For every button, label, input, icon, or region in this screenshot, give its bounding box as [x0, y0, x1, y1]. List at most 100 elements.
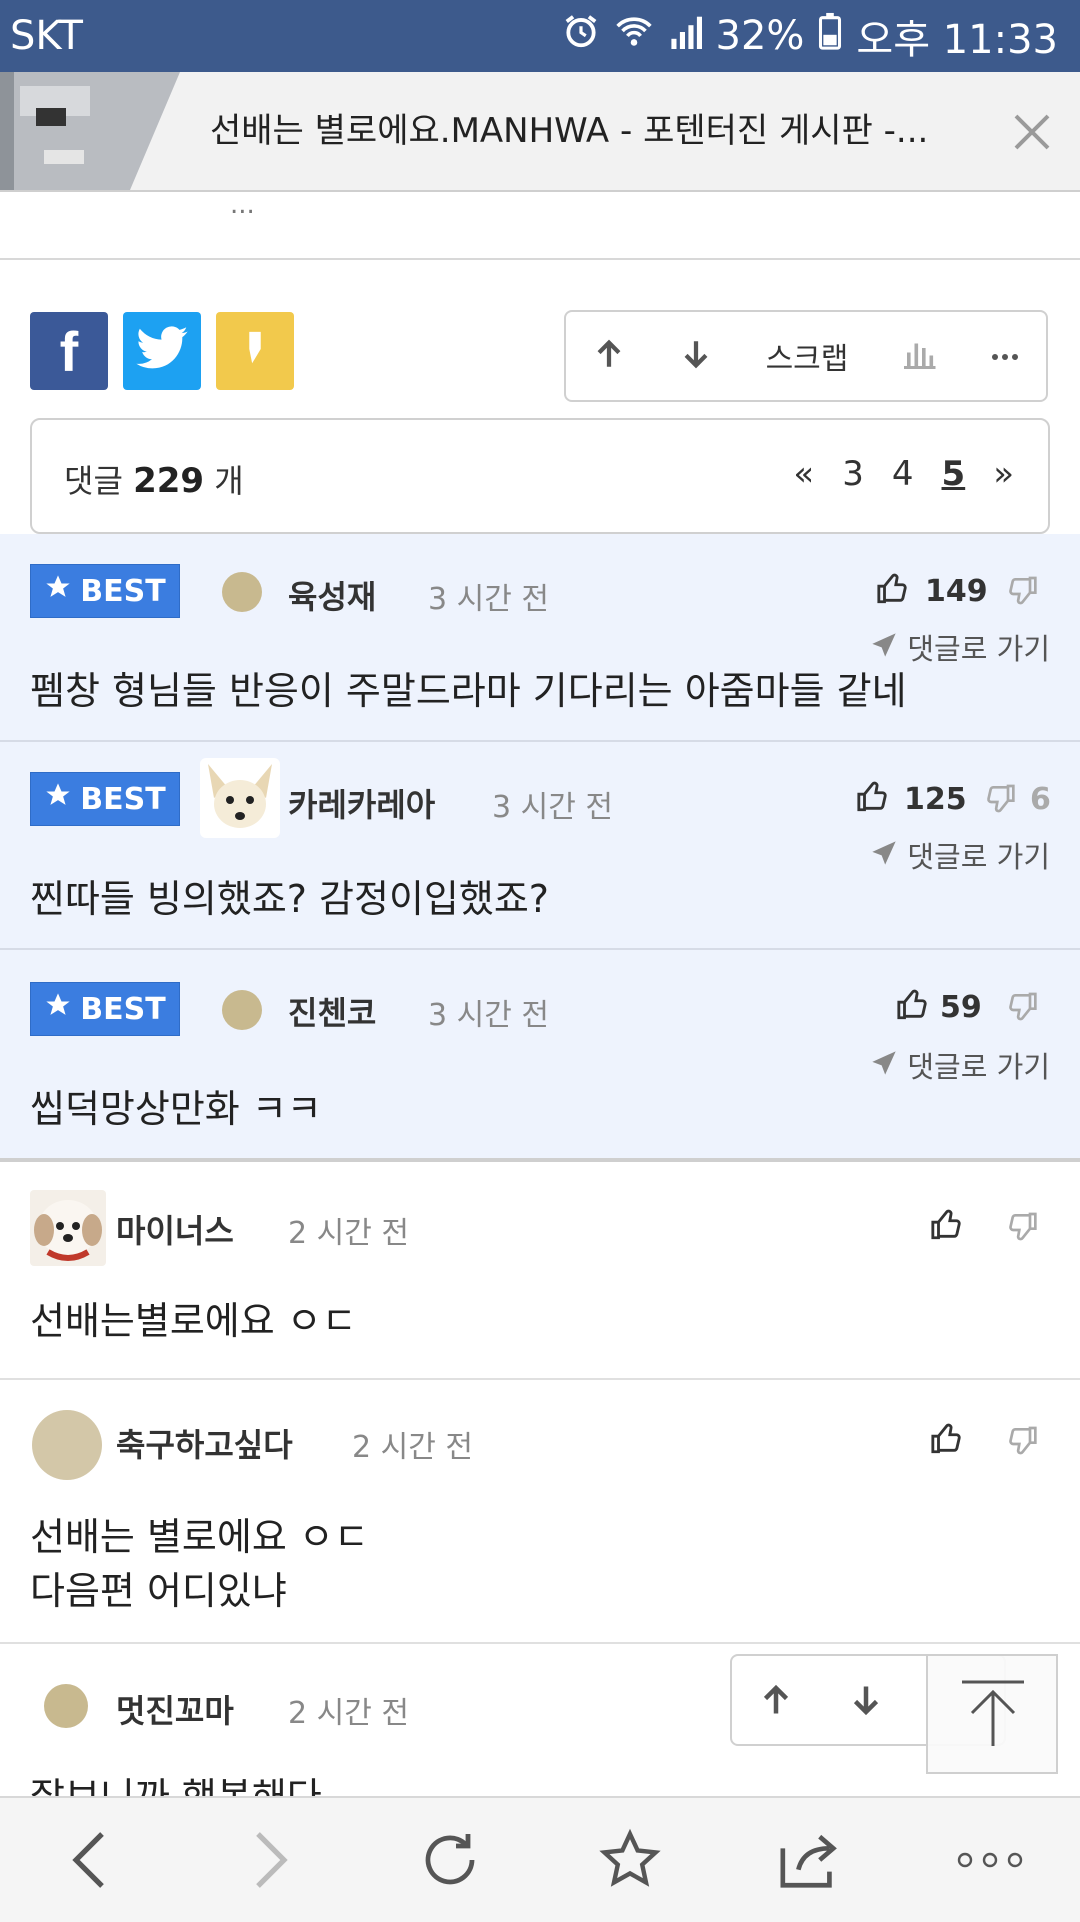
comment-author[interactable]: 육성재: [288, 572, 376, 618]
arrow-down-icon[interactable]: [679, 337, 713, 375]
comment-text-line: 선배는 별로에요 ㅇㄷ: [30, 1515, 369, 1559]
send-icon: [870, 1050, 898, 1084]
send-icon: [870, 632, 898, 666]
clock: 오후 11:33: [856, 17, 1058, 63]
back-icon[interactable]: [45, 1815, 135, 1905]
kakaostory-share-button[interactable]: [216, 312, 294, 390]
comment-author[interactable]: 멋진꼬마: [116, 1686, 234, 1732]
comment-time: 3 시간 전: [428, 998, 549, 1033]
comment-count-label: 댓글 229 개: [64, 461, 244, 501]
comment-time: 2 시간 전: [352, 1430, 473, 1465]
comment-author[interactable]: 진첸코: [288, 988, 376, 1034]
thumbs-up-icon[interactable]: [930, 1208, 964, 1246]
arrow-up-icon[interactable]: [758, 1682, 794, 1722]
send-icon: [870, 840, 898, 874]
pager-page-4[interactable]: 4: [892, 454, 914, 494]
comment: 마이너스 2 시간 전 선배는별로에요 ㅇㄷ: [0, 1166, 1080, 1380]
facebook-share-button[interactable]: f: [30, 312, 108, 390]
pager-prev[interactable]: «: [793, 454, 814, 494]
comment-author[interactable]: 마이너스: [116, 1206, 234, 1252]
arrow-down-icon[interactable]: [848, 1682, 884, 1722]
star-icon: [44, 573, 72, 609]
scroll-top-button[interactable]: [926, 1654, 1058, 1774]
comment-time: 3 시간 전: [428, 582, 549, 617]
comment-pagination: « 3 4 5 »: [793, 454, 1014, 494]
like-count: 125: [904, 782, 967, 817]
goto-comment-link[interactable]: 댓글로 가기: [870, 626, 1050, 668]
star-icon: [44, 991, 72, 1027]
goto-comment-link[interactable]: 댓글로 가기: [870, 834, 1050, 876]
thumbs-down-icon[interactable]: [1006, 574, 1038, 610]
alarm-icon: [562, 12, 600, 60]
twitter-share-button[interactable]: [123, 312, 201, 390]
tab-thumbnail[interactable]: [0, 72, 180, 190]
facebook-icon: f: [59, 319, 79, 383]
dislike-count: 6: [1030, 782, 1051, 817]
bookmark-icon[interactable]: [585, 1815, 675, 1905]
menu-dots-icon[interactable]: [945, 1815, 1035, 1905]
carrier-label: SKT: [10, 13, 83, 59]
comment-time: 3 시간 전: [492, 790, 613, 825]
twitter-icon: [134, 325, 190, 377]
scroll-top-icon: [958, 1678, 1028, 1754]
comment-author[interactable]: 축구하고싶다: [116, 1420, 293, 1466]
arrow-up-icon[interactable]: [592, 337, 626, 375]
star-icon: [44, 781, 72, 817]
thumbs-up-icon[interactable]: [876, 572, 910, 610]
best-badge: BEST: [30, 564, 180, 618]
avatar[interactable]: [32, 1410, 102, 1480]
dog-avatar[interactable]: [200, 758, 280, 838]
thumbs-down-icon[interactable]: [1006, 1424, 1038, 1460]
post-toolbar: 스크랩: [564, 310, 1048, 402]
scrap-button[interactable]: 스크랩: [766, 334, 849, 378]
thumbs-down-icon[interactable]: [984, 782, 1016, 818]
battery-icon: [818, 12, 842, 60]
best-badge: BEST: [30, 772, 180, 826]
pager-page-3[interactable]: 3: [842, 454, 864, 494]
comment: 축구하고싶다 2 시간 전 선배는 별로에요 ㅇㄷ 다음편 어디있냐: [0, 1380, 1080, 1644]
close-icon[interactable]: [1010, 110, 1054, 154]
avatar[interactable]: [44, 1684, 88, 1728]
more-icon[interactable]: [990, 347, 1020, 366]
truncated-indicator: ...: [230, 190, 255, 220]
best-badge: BEST: [30, 982, 180, 1036]
browser-bottom-nav: [0, 1796, 1080, 1922]
refresh-icon[interactable]: [405, 1815, 495, 1905]
thumbs-down-icon[interactable]: [1006, 990, 1038, 1026]
comment-text: 선배는별로에요 ㅇㄷ: [30, 1299, 357, 1343]
comment-text-line: 다음편 어디있냐: [30, 1569, 287, 1613]
best-comment: BEST 육성재 3 시간 전 149 댓글로 가기 펨창 형님들 반응이 주말…: [0, 534, 1080, 742]
browser-tab-bar: 선배는 별로에요.MANHWA - 포텐터진 게시판 -...: [0, 72, 1080, 192]
comment-time: 2 시간 전: [288, 1216, 409, 1251]
wifi-icon: [614, 13, 654, 59]
comment-text: 펨창 형님들 반응이 주말드라마 기다리는 아줌마들 같네: [30, 669, 907, 713]
dog-avatar[interactable]: [30, 1190, 106, 1266]
battery-percent: 32%: [715, 13, 805, 59]
comment-count-bar: 댓글 229 개 « 3 4 5 »: [30, 418, 1050, 534]
best-comment: BEST 카레카레아 3 시간 전 125 6 댓글로 가기 찐따들 빙의했죠?…: [0, 742, 1080, 950]
thumbs-up-icon[interactable]: [930, 1422, 964, 1460]
comment-author[interactable]: 카레카레아: [288, 780, 435, 826]
comment-time: 2 시간 전: [288, 1696, 409, 1731]
avatar[interactable]: [222, 990, 262, 1030]
pager-page-current[interactable]: 5: [942, 454, 966, 494]
tab-title[interactable]: 선배는 별로에요.MANHWA - 포텐터진 게시판 -...: [210, 72, 930, 190]
best-comment: BEST 진첸코 3 시간 전 59 댓글로 가기 씹덕망상만화 ㅋㅋ: [0, 950, 1080, 1162]
kakaostory-icon: [240, 329, 270, 373]
avatar[interactable]: [222, 572, 262, 612]
thumbs-up-icon[interactable]: [856, 780, 890, 818]
pager-next[interactable]: »: [993, 454, 1014, 494]
divider: [0, 258, 1080, 260]
comment-text: 찐따들 빙의했죠? 감정이입했죠?: [30, 877, 549, 921]
thumbs-down-icon[interactable]: [1006, 1210, 1038, 1246]
forward-icon[interactable]: [225, 1815, 315, 1905]
thumbs-up-icon[interactable]: [896, 988, 930, 1026]
chart-icon[interactable]: [901, 339, 937, 373]
share-icon[interactable]: [765, 1815, 855, 1905]
signal-icon: [668, 13, 702, 59]
comment-count: 229: [133, 461, 205, 501]
status-bar: SKT 32% 오후 11:33: [0, 0, 1080, 72]
like-count: 59: [940, 990, 982, 1025]
comment-text: 잘보니까 행복해다: [30, 1770, 322, 1796]
goto-comment-link[interactable]: 댓글로 가기: [870, 1044, 1050, 1086]
